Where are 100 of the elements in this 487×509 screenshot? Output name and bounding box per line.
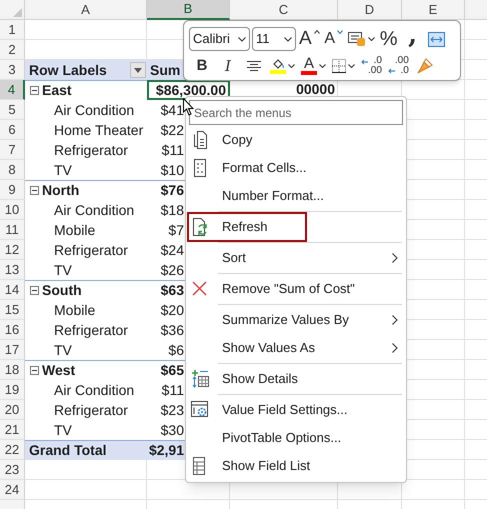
triangle-icon [13, 8, 22, 17]
collapse-icon [30, 86, 39, 95]
row-header[interactable]: 2 [0, 40, 25, 60]
selected-cell[interactable]: $86,300.00 [147, 80, 230, 100]
caret-icon [337, 30, 344, 34]
menu-item[interactable]: Value Field Settings... [186, 393, 406, 424]
table-cell-text: South [42, 281, 82, 300]
row-header[interactable]: 17 [0, 340, 25, 360]
menu-item[interactable]: Show Details [186, 362, 406, 393]
bold-button[interactable]: B [191, 55, 213, 77]
table-cell-text: $20 [160, 300, 184, 320]
arrow-icon [388, 68, 395, 74]
table-cell-text: Refrigerator [54, 140, 128, 160]
settings-icon [191, 401, 209, 419]
menu-item[interactable]: Refresh [186, 210, 406, 241]
caret-icon [368, 37, 375, 41]
percent-button[interactable]: % [378, 28, 400, 50]
menu-item[interactable]: Show Field List [186, 452, 406, 480]
decrease-decimal-button[interactable]: .00 .0 [386, 55, 410, 77]
row-header[interactable]: 14 [0, 280, 25, 300]
collapse-icon [30, 366, 39, 375]
row-header[interactable]: 22 [0, 440, 25, 460]
row-header[interactable]: 8 [0, 160, 25, 180]
chevron-down-icon [238, 36, 246, 42]
table-cell-text: West [42, 361, 76, 380]
chevron-right-icon [392, 315, 398, 325]
row-header[interactable]: 20 [0, 400, 25, 420]
collapse-icon [30, 186, 39, 195]
row-header[interactable]: 6 [0, 120, 25, 140]
filter-dropdown[interactable] [130, 62, 146, 78]
borders-icon [332, 59, 346, 73]
table-format-icon [348, 32, 366, 46]
row-header[interactable]: 9 [0, 180, 25, 200]
row-header[interactable]: 12 [0, 240, 25, 260]
table-cell-text: $26 [160, 260, 184, 280]
row-header[interactable]: 3 [0, 60, 25, 80]
show-details-icon [191, 370, 209, 388]
table-cell-text: $65 [160, 361, 184, 380]
row-header[interactable]: 19 [0, 380, 25, 400]
column-header[interactable]: C [230, 0, 338, 20]
close-icon [191, 280, 209, 298]
table-cell-text: North [42, 181, 80, 200]
font-dropdown[interactable]: Calibri [189, 27, 250, 51]
menu-item-label: Sort [222, 249, 247, 268]
search-field[interactable]: Search the menus [189, 100, 403, 125]
cell-text: $2,91 [148, 441, 184, 460]
menu-item[interactable]: Remove "Sum of Cost" [186, 272, 406, 303]
row-header[interactable]: 23 [0, 460, 25, 480]
table-cell-text: $63 [160, 281, 184, 300]
chevron-right-icon [392, 343, 398, 353]
align-center-icon [247, 60, 261, 72]
table-cell-text: $24 [160, 240, 184, 260]
row-header[interactable]: 24 [0, 480, 25, 500]
menu-item[interactable]: Number Format... [186, 182, 406, 210]
shrink-font-button[interactable]: A [322, 28, 345, 50]
table-cell-text: TV [54, 160, 72, 180]
table-cell-text: TV [54, 260, 72, 280]
table-cell-text: Refrigerator [54, 400, 128, 420]
column-header[interactable]: B [147, 0, 230, 20]
menu-item-label: Remove "Sum of Cost" [222, 280, 356, 298]
merge-icon [428, 32, 446, 46]
caret-icon [319, 64, 326, 68]
menu-item[interactable]: Sort [186, 241, 406, 272]
column-header[interactable]: E [402, 0, 465, 20]
table-cell-text: $7 [168, 220, 184, 240]
table-cell-text: $76 [160, 181, 184, 200]
font-color-button[interactable]: A [300, 55, 327, 77]
row-header[interactable]: 10 [0, 200, 25, 220]
increase-decimal-button[interactable]: .0 .00 [360, 55, 383, 77]
menu-item-label: PivotTable Options... [222, 429, 342, 448]
table-cell-text: $30 [160, 420, 184, 440]
italic-button[interactable]: I [217, 55, 239, 77]
comma-style-button[interactable]: , [402, 28, 424, 50]
menu-item[interactable]: Summarize Values By [186, 303, 406, 334]
grow-font-button[interactable]: A [298, 28, 321, 50]
table-cell-text: Mobile [54, 220, 96, 240]
row-header[interactable]: 15 [0, 300, 25, 320]
row-header[interactable]: 13 [0, 260, 25, 280]
column-header[interactable]: D [338, 0, 402, 20]
table-cell-text: $11 [162, 380, 184, 400]
menu-item[interactable]: Format Cells... [186, 154, 406, 182]
table-cell-text: Air Condition [54, 200, 134, 220]
row-header[interactable]: 18 [0, 360, 25, 380]
row-header[interactable]: 16 [0, 320, 25, 340]
menu-item[interactable]: Copy [186, 126, 406, 154]
caret-icon [314, 30, 320, 34]
table-cell-text: Refrigerator [54, 320, 128, 340]
chevron-right-icon [392, 253, 398, 263]
menu-item[interactable]: PivotTable Options... [186, 424, 406, 452]
row-header[interactable]: 11 [0, 220, 25, 240]
row-header[interactable]: 4 [0, 80, 25, 100]
row-header[interactable]: 5 [0, 100, 25, 120]
size-dropdown[interactable]: 11 [252, 27, 296, 51]
menu-item-label: Show Details [222, 370, 299, 388]
row-header[interactable]: 1 [0, 20, 25, 40]
row-header[interactable]: 21 [0, 420, 25, 440]
row-header[interactable]: 7 [0, 140, 25, 160]
table-cell-text: Mobile [54, 300, 96, 320]
menu-item[interactable]: Show Values As [186, 334, 406, 362]
column-header[interactable]: A [25, 0, 147, 20]
